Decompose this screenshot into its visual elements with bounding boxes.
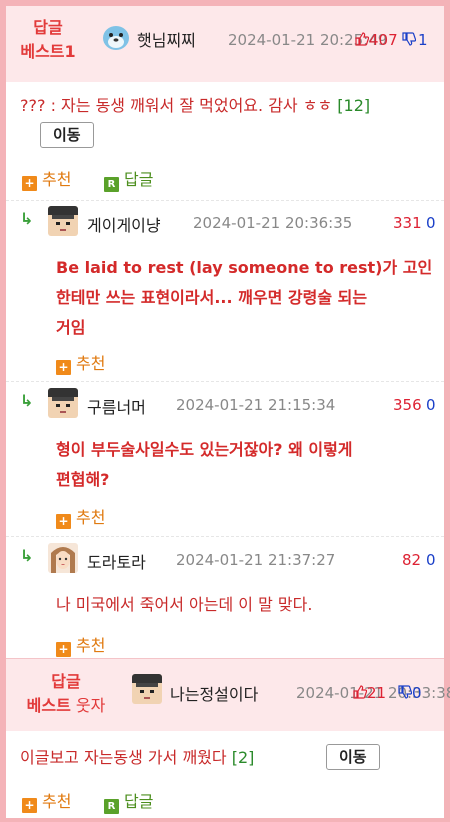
recommend-button[interactable]: + 추천 bbox=[56, 504, 105, 529]
divider bbox=[6, 536, 444, 537]
plus-icon: + bbox=[56, 642, 71, 657]
nickname[interactable]: 구름너머 bbox=[87, 394, 146, 418]
recommend-button[interactable]: + 추천 bbox=[56, 350, 105, 375]
downvote-count[interactable]: 0 bbox=[426, 396, 436, 414]
plus-icon: + bbox=[22, 176, 37, 191]
plus-icon: + bbox=[56, 360, 71, 375]
upvote-count[interactable]: 331 bbox=[393, 214, 422, 232]
recommend-label: 추천 bbox=[76, 636, 106, 655]
reply-arrow-icon: ↳ bbox=[20, 546, 34, 565]
avatar bbox=[132, 674, 162, 704]
timestamp: 2024-01-21 20:36:35 bbox=[193, 214, 353, 232]
downvote-count[interactable]: 0 bbox=[426, 551, 436, 569]
thumb-up-icon bbox=[355, 32, 370, 50]
reply-r-icon: R bbox=[104, 799, 119, 814]
reply-count: [2] bbox=[231, 748, 255, 767]
avatar bbox=[48, 543, 78, 573]
comment-line: 한테만 쓰는 표현이라서... 깨우면 강령술 되는 bbox=[56, 288, 368, 307]
recommend-label: 추천 bbox=[76, 354, 106, 373]
comment-body: 이글보고 자는동생 가서 깨웠다 bbox=[20, 748, 227, 767]
nickname[interactable]: 햇님찌찌 bbox=[137, 27, 196, 51]
plus-icon: + bbox=[22, 798, 37, 813]
comment-text: Be laid to rest (lay someone to rest)가 고… bbox=[56, 253, 441, 343]
recommend-label: 추천 bbox=[42, 170, 72, 189]
move-button[interactable]: 이동 bbox=[326, 744, 380, 770]
comment-body: ??? : 자는 동생 깨워서 잘 먹었어요. 감사 ㅎㅎ bbox=[20, 96, 333, 115]
plus-icon: + bbox=[56, 514, 71, 529]
recommend-button[interactable]: + 추천 bbox=[22, 166, 71, 191]
downvote[interactable]: 1 bbox=[402, 31, 428, 50]
upvote-count[interactable]: 82 bbox=[402, 551, 421, 569]
timestamp: 2024-01-21 21:15:34 bbox=[176, 396, 336, 414]
comment-line: Be laid to rest (lay someone to rest)가 고… bbox=[56, 258, 433, 277]
move-button[interactable]: 이동 bbox=[40, 122, 94, 148]
timestamp: 2024-01-21 21:37:27 bbox=[176, 551, 336, 569]
thumb-down-icon bbox=[398, 685, 413, 703]
upvote-count: 407 bbox=[369, 31, 398, 49]
comment-text: 이글보고 자는동생 가서 깨웠다 [2] bbox=[20, 744, 320, 772]
nickname[interactable]: 나는정설이다 bbox=[170, 681, 258, 705]
thumb-up-icon bbox=[353, 685, 368, 703]
reply-arrow-icon: ↳ bbox=[20, 391, 34, 410]
downvote-count[interactable]: 0 bbox=[426, 214, 436, 232]
avatar bbox=[101, 21, 131, 51]
comment-text: 나 미국에서 죽어서 아는데 이 말 맞다. bbox=[56, 595, 313, 614]
reply-button[interactable]: R 답글 bbox=[104, 166, 153, 192]
reply-button[interactable]: R 답글 bbox=[104, 788, 153, 814]
upvote[interactable]: 407 bbox=[355, 31, 398, 50]
nickname[interactable]: 도라토라 bbox=[87, 549, 146, 573]
upvote-count[interactable]: 356 bbox=[393, 396, 422, 414]
best2-badge: 답글 베스트 웃자 bbox=[16, 670, 116, 718]
upvote-count: 21 bbox=[367, 684, 387, 702]
comment-line: 편협해? bbox=[56, 470, 110, 489]
recommend-label: 추천 bbox=[76, 508, 106, 527]
comment-text: 형이 부두술사일수도 있는거잖아? 왜 이렇게 편협해? bbox=[56, 435, 441, 495]
reply-label: 답글 bbox=[124, 792, 154, 811]
best2-label-tag: 웃자 bbox=[70, 696, 106, 715]
comment-line: 형이 부두술사일수도 있는거잖아? 왜 이렇게 bbox=[56, 440, 353, 459]
reply-label: 답글 bbox=[124, 170, 154, 189]
divider bbox=[6, 381, 444, 382]
recommend-button[interactable]: + 추천 bbox=[56, 632, 105, 657]
avatar bbox=[48, 388, 78, 418]
downvote-count: 0 bbox=[412, 684, 422, 702]
downvote[interactable]: 0 bbox=[398, 684, 422, 703]
best1-label-line1: 답글 bbox=[33, 18, 63, 37]
comment-text: ??? : 자는 동생 깨워서 잘 먹었어요. 감사 ㅎㅎ [12] bbox=[20, 92, 440, 120]
recommend-label: 추천 bbox=[42, 792, 72, 811]
avatar bbox=[48, 206, 78, 236]
best1-label-line2: 베스트1 bbox=[20, 42, 76, 61]
nickname[interactable]: 게이게이냥 bbox=[87, 212, 161, 236]
reply-count: [12] bbox=[337, 96, 371, 115]
reply-arrow-icon: ↳ bbox=[20, 209, 34, 228]
upvote[interactable]: 21 bbox=[353, 684, 386, 703]
comment-line: 거임 bbox=[56, 318, 86, 337]
best2-label-line2: 베스트 bbox=[26, 696, 71, 715]
best2-label-line1: 답글 bbox=[51, 672, 81, 691]
reply-r-icon: R bbox=[104, 177, 119, 192]
thumb-down-icon bbox=[402, 32, 417, 50]
recommend-button[interactable]: + 추천 bbox=[22, 788, 71, 813]
divider bbox=[6, 200, 444, 201]
downvote-count: 1 bbox=[418, 31, 428, 49]
best1-badge: 답글 베스트1 bbox=[18, 16, 78, 64]
